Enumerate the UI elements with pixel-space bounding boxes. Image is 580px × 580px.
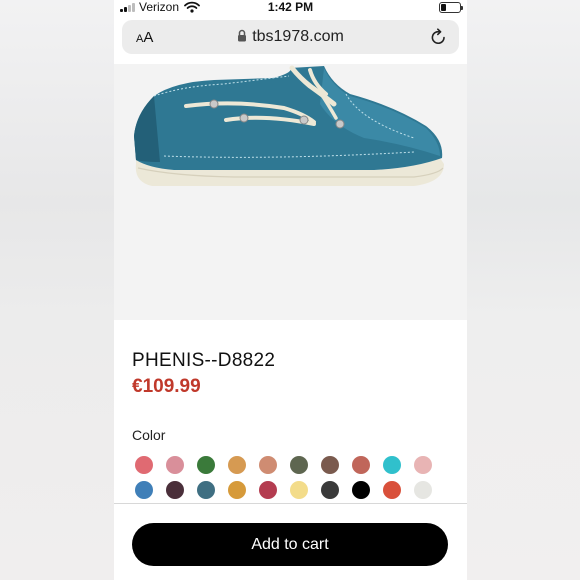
product-title: PHENIS--D8822 — [132, 350, 276, 371]
color-swatch[interactable] — [352, 456, 370, 474]
phone-screen: Verizon 1:42 PM AA tbs1978.com PHENIS--D… — [114, 0, 467, 580]
color-swatches — [135, 456, 445, 499]
color-swatch[interactable] — [321, 456, 339, 474]
color-swatch[interactable] — [259, 481, 277, 499]
color-swatch[interactable] — [228, 481, 246, 499]
battery-icon — [439, 2, 463, 13]
color-swatch[interactable] — [352, 481, 370, 499]
color-swatch[interactable] — [135, 456, 153, 474]
color-swatch[interactable] — [290, 456, 308, 474]
add-to-cart-button[interactable]: Add to cart — [132, 523, 448, 566]
color-swatch[interactable] — [290, 481, 308, 499]
background-left — [0, 0, 114, 580]
color-swatch[interactable] — [383, 456, 401, 474]
product-image[interactable] — [114, 64, 467, 320]
color-swatch[interactable] — [166, 456, 184, 474]
color-swatch[interactable] — [197, 481, 215, 499]
color-swatch[interactable] — [321, 481, 339, 499]
divider — [114, 503, 467, 504]
color-label: Color — [132, 427, 166, 443]
boat-shoe-image — [134, 65, 445, 186]
color-swatch[interactable] — [383, 481, 401, 499]
background-right — [466, 0, 580, 580]
url-text[interactable]: tbs1978.com — [252, 28, 344, 45]
status-bar: Verizon 1:42 PM — [114, 0, 467, 16]
address-bar[interactable]: AA tbs1978.com — [122, 20, 459, 54]
color-swatch[interactable] — [228, 456, 246, 474]
reload-icon[interactable] — [430, 28, 447, 51]
color-swatch[interactable] — [414, 456, 432, 474]
color-swatch[interactable] — [135, 481, 153, 499]
status-time: 1:42 PM — [267, 0, 314, 14]
color-swatch[interactable] — [166, 481, 184, 499]
lock-icon — [237, 29, 247, 47]
color-swatch[interactable] — [259, 456, 277, 474]
product-price: €109.99 — [132, 376, 201, 397]
color-swatch[interactable] — [414, 481, 432, 499]
color-swatch[interactable] — [197, 456, 215, 474]
